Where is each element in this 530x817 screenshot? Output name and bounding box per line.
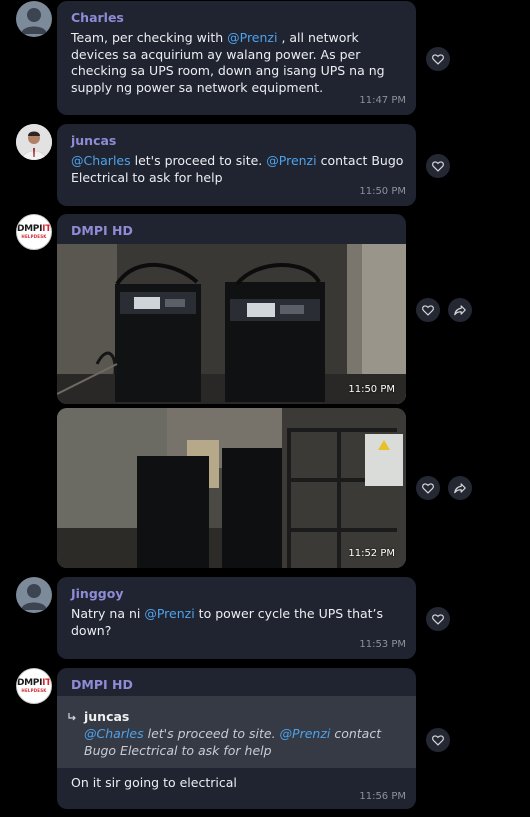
photo-time: 11:52 PM bbox=[348, 548, 395, 559]
mention-link[interactable]: @Prenzi bbox=[144, 606, 194, 621]
message-bubble-jinggoy: Jinggoy Natry na ni @Prenzi to power cyc… bbox=[57, 577, 416, 659]
quoted-sender: juncas bbox=[84, 709, 130, 724]
avatar-dmpi-hd[interactable]: DMPIIT HELPDESK bbox=[16, 668, 52, 704]
sender-name[interactable]: DMPI HD bbox=[71, 677, 133, 692]
heart-outline-icon bbox=[422, 305, 434, 316]
photo-time: 11:50 PM bbox=[348, 384, 395, 395]
mention-link[interactable]: @Prenzi bbox=[227, 30, 277, 45]
logo-text: DMPIIT bbox=[16, 224, 52, 234]
photo-ups-cabinets[interactable]: 11:50 PM bbox=[57, 244, 406, 404]
message-time: 11:50 PM bbox=[359, 186, 406, 197]
photo-battery-rack[interactable]: 11:52 PM bbox=[57, 408, 406, 568]
heart-outline-icon bbox=[432, 735, 444, 746]
quoted-message[interactable]: juncas @Charles let's proceed to site. @… bbox=[57, 696, 416, 768]
mention-link[interactable]: @Prenzi bbox=[266, 153, 316, 168]
message-text: @Charles let's proceed to site. @Prenzi … bbox=[71, 153, 404, 185]
message-text: Natry na ni @Prenzi to power cycle the U… bbox=[71, 606, 384, 638]
heart-outline-icon bbox=[432, 54, 444, 65]
sender-name[interactable]: Charles bbox=[71, 10, 124, 25]
heart-outline-icon bbox=[422, 483, 434, 494]
message-bubble-juncas: juncas @Charles let's proceed to site. @… bbox=[57, 124, 416, 206]
message-time: 11:56 PM bbox=[359, 791, 406, 802]
heart-outline-icon bbox=[432, 614, 444, 625]
message-bubble-dmpi-reply: DMPI HD juncas @Charles let's proceed to… bbox=[57, 668, 416, 809]
share-arrow-icon bbox=[454, 483, 466, 494]
react-button[interactable] bbox=[426, 607, 450, 631]
react-button[interactable] bbox=[426, 47, 450, 71]
forward-button[interactable] bbox=[448, 476, 472, 500]
react-button[interactable] bbox=[426, 728, 450, 752]
avatar-charles[interactable] bbox=[16, 1, 52, 37]
message-bubble-charles: Charles Team, per checking with @Prenzi … bbox=[57, 1, 416, 115]
message-text: Team, per checking with @Prenzi , all ne… bbox=[71, 30, 385, 95]
mention-link[interactable]: @Charles bbox=[71, 153, 131, 168]
react-button[interactable] bbox=[416, 476, 440, 500]
logo-text: DMPIIT bbox=[16, 678, 52, 688]
forward-button[interactable] bbox=[448, 298, 472, 322]
sender-name[interactable]: DMPI HD bbox=[71, 223, 133, 238]
react-button[interactable] bbox=[416, 298, 440, 322]
quoted-text: @Charles let's proceed to site. @Prenzi … bbox=[84, 726, 382, 758]
share-arrow-icon bbox=[454, 305, 466, 316]
sender-name[interactable]: Jinggoy bbox=[71, 586, 123, 601]
sender-name[interactable]: juncas bbox=[71, 133, 116, 148]
message-time: 11:53 PM bbox=[359, 639, 406, 650]
logo-subtext: HELPDESK bbox=[21, 234, 47, 239]
message-time: 11:47 PM bbox=[359, 95, 406, 106]
logo-subtext: HELPDESK bbox=[21, 688, 47, 693]
message-text: On it sir going to electrical bbox=[71, 775, 237, 790]
reply-arrow-icon bbox=[68, 713, 76, 721]
heart-outline-icon bbox=[432, 161, 444, 172]
react-button[interactable] bbox=[426, 154, 450, 178]
avatar-jinggoy[interactable] bbox=[16, 577, 52, 613]
avatar-juncas[interactable] bbox=[16, 124, 52, 160]
avatar-dmpi-hd[interactable]: DMPIIT HELPDESK bbox=[16, 214, 52, 250]
